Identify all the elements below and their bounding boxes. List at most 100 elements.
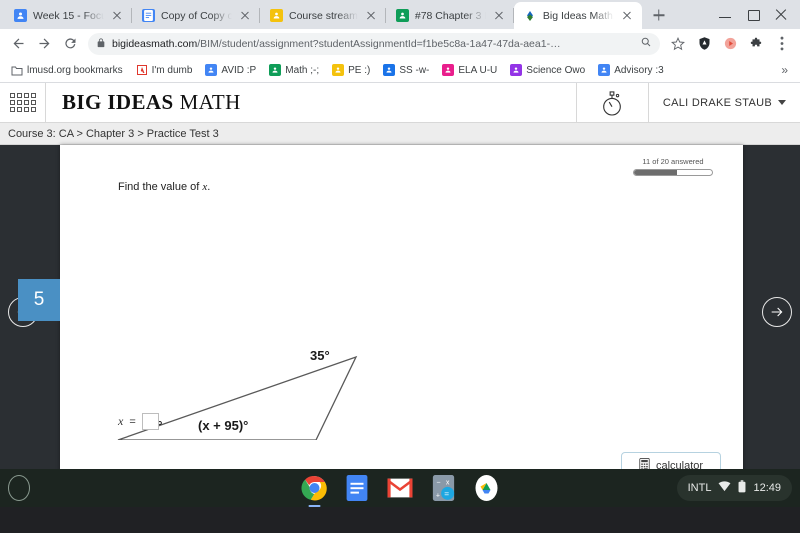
page-viewport: BIG IDEAS MATH CALI DRAKE STAUB Course 3… (0, 83, 800, 469)
close-icon[interactable] (110, 9, 124, 23)
calculator-app-icon[interactable]: − x + = (430, 475, 457, 502)
classroom-icon (383, 64, 396, 76)
svg-text:=: = (444, 489, 449, 498)
star-icon[interactable] (666, 32, 690, 56)
status-tray[interactable]: INTL 12:49 (676, 475, 792, 501)
question-number-label: 5 (33, 289, 45, 310)
assignment-stage: 11 of 20 answered Find the value of x. 3… (0, 145, 800, 469)
answer-row: x = (118, 413, 159, 430)
bookmark-item[interactable]: ELA U-U (437, 62, 502, 78)
bookmark-label: AVID :P (221, 64, 257, 76)
question-prompt: Find the value of x. (118, 181, 210, 193)
bookmark-label: SS -w- (399, 64, 430, 76)
question-prompt-suffix: . (207, 181, 211, 193)
bookmark-label: Science Owo (526, 64, 586, 76)
answer-input[interactable] (141, 413, 159, 430)
bookmark-item[interactable]: Advisory :3 (593, 62, 668, 78)
wifi-icon (718, 481, 731, 495)
progress-label: 11 of 20 answered (642, 157, 704, 166)
lock-icon (96, 35, 106, 53)
svg-text:x: x (445, 478, 449, 486)
google-docs-icon (142, 9, 155, 22)
browser-tab[interactable]: Course stream (259, 2, 386, 29)
puzzle-extensions-icon[interactable] (744, 32, 768, 56)
bookmarks-overflow-button[interactable]: » (775, 63, 794, 77)
google-drive-icon[interactable] (473, 475, 500, 502)
url-path: /BIM/student/assignment?studentAssignmen… (197, 37, 561, 50)
back-arrow-icon[interactable] (6, 32, 30, 56)
progress-track (633, 169, 713, 176)
next-question-button[interactable] (762, 297, 792, 327)
play-extension-icon[interactable] (718, 32, 742, 56)
breadcrumb: Course 3: CA > Chapter 3 > Practice Test… (0, 123, 800, 145)
zoom-icon[interactable] (640, 35, 652, 53)
three-dot-menu-icon[interactable] (770, 32, 794, 56)
address-bar[interactable]: bigideasmath.com/BIM/student/assignment?… (88, 32, 660, 55)
close-icon[interactable] (492, 9, 506, 23)
browser-tab-active[interactable]: Big Ideas Math::A (512, 2, 642, 29)
chromeos-shelf: − x + = INTL 12:49 (0, 469, 800, 507)
shield-extension-icon[interactable] (692, 32, 716, 56)
shelf-app-list: − x + = (301, 475, 500, 507)
calculator-icon (639, 458, 650, 469)
forward-arrow-icon[interactable] (32, 32, 56, 56)
progress-fill (634, 170, 677, 175)
reload-icon[interactable] (58, 32, 82, 56)
chevron-down-icon (778, 100, 786, 105)
minimize-button[interactable] (712, 2, 738, 28)
running-indicator (308, 504, 320, 507)
browser-tab[interactable]: Copy of Copy of (131, 2, 260, 29)
url-domain: bigideasmath.com (112, 37, 198, 50)
adobe-icon (135, 64, 148, 76)
gmail-icon[interactable] (387, 475, 414, 502)
calculator-button-label: calculator (655, 460, 704, 469)
close-window-button[interactable] (768, 2, 794, 28)
question-panel: 11 of 20 answered Find the value of x. 3… (18, 145, 743, 469)
classroom-icon (270, 9, 283, 22)
new-tab-button[interactable] (646, 2, 672, 28)
bookmark-item[interactable]: Math ;-; (264, 62, 324, 78)
site-logo: BIG IDEAS MATH (46, 83, 577, 123)
battery-icon (738, 480, 746, 496)
calculator-button[interactable]: calculator (621, 452, 721, 469)
logo-light-text: MATH (179, 90, 241, 114)
launcher-circle-icon[interactable] (8, 475, 30, 501)
browser-tab-title: Copy of Copy of (161, 9, 232, 22)
answer-variable-label: x (118, 414, 124, 428)
browser-tab-strip: Week 15 - Focus Copy of Copy of Course s… (0, 0, 800, 29)
browser-tab-title: Course stream (289, 9, 358, 22)
user-name-label: CALI DRAKE STAUB (662, 96, 772, 109)
bookmark-item[interactable]: I'm dumb (131, 62, 198, 78)
bookmark-label: ELA U-U (458, 64, 498, 76)
bookmark-label: Math ;-; (285, 64, 320, 76)
close-icon[interactable] (238, 9, 252, 23)
bookmark-label: Advisory :3 (614, 64, 664, 76)
close-icon[interactable] (620, 9, 634, 23)
bookmark-item[interactable]: AVID :P (200, 62, 261, 78)
browser-tab[interactable]: Week 15 - Focus (4, 2, 132, 29)
bookmark-label: I'm dumb (151, 64, 193, 76)
classroom-icon (510, 64, 523, 76)
bookmark-item[interactable]: PE :) (327, 62, 375, 78)
grid-apps-icon[interactable] (0, 83, 46, 123)
window-controls (712, 0, 800, 29)
google-docs-icon[interactable] (344, 475, 371, 502)
user-menu[interactable]: CALI DRAKE STAUB (649, 83, 800, 123)
progress-indicator: 11 of 20 answered (633, 157, 713, 176)
maximize-button[interactable] (740, 2, 766, 28)
folder-icon (11, 64, 23, 76)
bookmark-item[interactable]: SS -w- (378, 62, 434, 78)
stopwatch-icon[interactable] (577, 83, 649, 123)
bookmark-item[interactable]: Science Owo (505, 62, 590, 78)
bookmark-item[interactable]: lmusd.org bookmarks (6, 62, 128, 78)
svg-text:35°: 35° (310, 348, 330, 363)
site-header: BIG IDEAS MATH CALI DRAKE STAUB (0, 83, 800, 123)
browser-tab-title: Week 15 - Focus (33, 9, 104, 22)
close-icon[interactable] (364, 9, 378, 23)
browser-tab-title: #78 Chapter 3 P (414, 9, 486, 22)
classroom-icon (269, 64, 282, 76)
bookmark-label: lmusd.org bookmarks (27, 64, 123, 76)
chrome-icon[interactable] (301, 475, 328, 507)
browser-tab[interactable]: #78 Chapter 3 P (384, 2, 514, 29)
svg-text:+: + (435, 491, 439, 499)
